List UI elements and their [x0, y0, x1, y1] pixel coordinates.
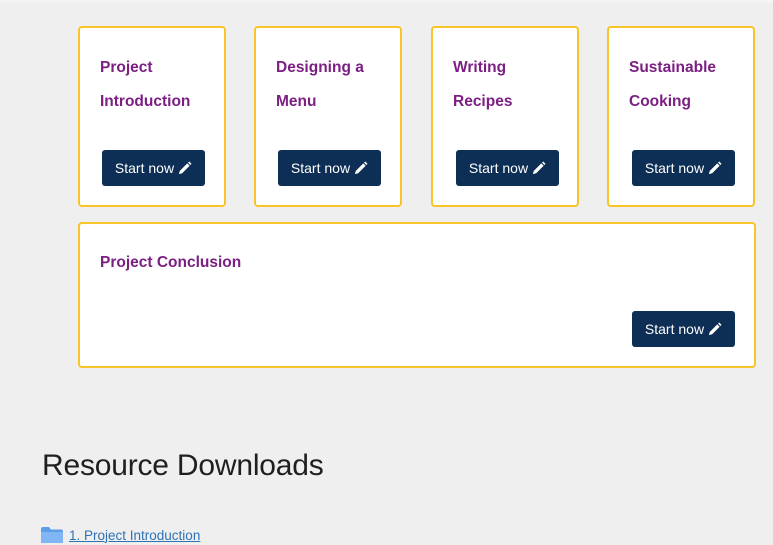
start-now-button[interactable]: Start now — [632, 311, 735, 347]
button-label: Start now — [114, 160, 175, 176]
button-label: Start now — [468, 160, 529, 176]
pencil-icon — [708, 321, 722, 335]
lesson-card-sustainable-cooking: Sustainable Cooking Start now — [607, 26, 755, 207]
lesson-card-writing-recipes: Writing Recipes Start now — [431, 26, 579, 207]
card-title: Sustainable Cooking — [629, 59, 716, 110]
start-now-button[interactable]: Start now — [632, 150, 735, 186]
pencil-icon — [178, 160, 192, 174]
lesson-card-project-conclusion: Project Conclusion Start now — [78, 222, 756, 368]
card-title: Designing a Menu — [276, 59, 364, 110]
lesson-card-designing-a-menu: Designing a Menu Start now — [254, 26, 402, 207]
button-label: Start now — [644, 321, 705, 337]
pencil-icon — [354, 160, 368, 174]
top-divider — [0, 0, 773, 3]
pencil-icon — [532, 160, 546, 174]
button-label: Start now — [644, 160, 705, 176]
card-title: Writing Recipes — [453, 59, 513, 110]
start-now-button[interactable]: Start now — [278, 150, 381, 186]
button-label: Start now — [290, 160, 351, 176]
resource-item[interactable]: 1. Project Introduction — [41, 527, 200, 543]
lesson-card-project-introduction: Project Introduction Start now — [78, 26, 226, 207]
resource-link[interactable]: 1. Project Introduction — [69, 528, 200, 543]
start-now-button[interactable]: Start now — [102, 150, 205, 186]
card-title: Project Introduction — [100, 59, 191, 110]
card-title: Project Conclusion — [100, 254, 242, 271]
resource-downloads-heading: Resource Downloads — [42, 449, 324, 482]
pencil-icon — [708, 160, 722, 174]
start-now-button[interactable]: Start now — [456, 150, 559, 186]
folder-icon — [41, 527, 63, 543]
